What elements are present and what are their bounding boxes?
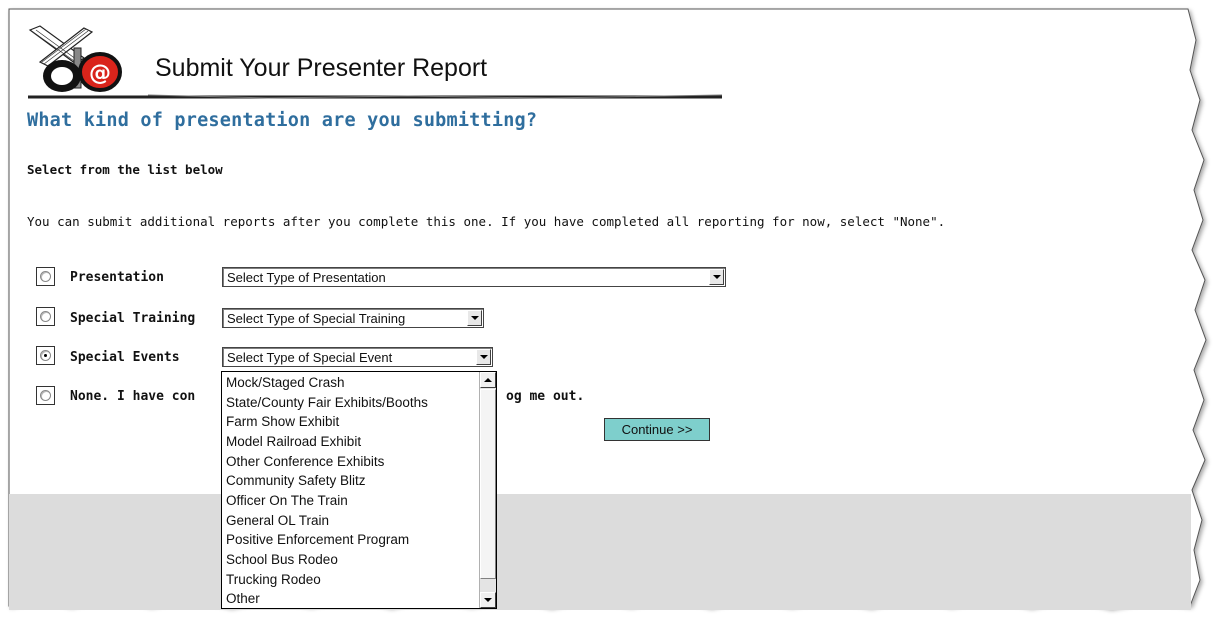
dropdown-option[interactable]: Farm Show Exhibit <box>226 412 339 431</box>
dropdown-option[interactable]: Trucking Rodeo <box>226 570 321 589</box>
page-title: Submit Your Presenter Report <box>155 54 488 82</box>
question-heading: What kind of presentation are you submit… <box>27 110 538 131</box>
dropdown-option[interactable]: Officer On The Train <box>226 491 348 510</box>
dropdown-option[interactable]: State/County Fair Exhibits/Booths <box>226 393 428 412</box>
select-special-training[interactable]: Select Type of Special Training <box>222 308 484 328</box>
label-special-training: Special Training <box>70 311 196 326</box>
dropdown-option[interactable]: Community Safety Blitz <box>226 471 366 490</box>
scroll-up-arrow-icon[interactable] <box>480 372 496 388</box>
dropdown-option[interactable]: General OL Train <box>226 511 329 530</box>
dropdown-option[interactable]: Other <box>226 589 260 608</box>
chevron-down-icon[interactable] <box>709 269 724 285</box>
chevron-down-icon[interactable] <box>467 310 482 326</box>
radio-special-events[interactable] <box>36 346 55 365</box>
dropdown-option[interactable]: Mock/Staged Crash <box>226 373 345 392</box>
dropdown-scrollbar[interactable] <box>479 372 496 608</box>
label-none-start: None. I have con <box>70 389 196 404</box>
label-special-events: Special Events <box>70 350 180 365</box>
select-presentation-value: Select Type of Presentation <box>227 270 386 285</box>
continue-button[interactable]: Continue >> <box>604 418 710 441</box>
header-rule <box>28 94 722 99</box>
svg-text:@: @ <box>89 61 111 86</box>
label-presentation: Presentation <box>70 270 164 285</box>
select-special-events-value: Select Type of Special Event <box>227 350 393 365</box>
radio-circle <box>40 390 51 401</box>
scrollbar-thumb[interactable] <box>480 389 496 579</box>
instruction-text: You can submit additional reports after … <box>27 214 946 229</box>
dropdown-option[interactable]: School Bus Rodeo <box>226 550 338 569</box>
special-events-dropdown-list[interactable]: Mock/Staged Crash State/County Fair Exhi… <box>221 371 497 609</box>
footer-band <box>9 494 1191 610</box>
dropdown-option[interactable]: Positive Enforcement Program <box>226 530 409 549</box>
select-presentation[interactable]: Select Type of Presentation <box>222 267 726 287</box>
radio-circle <box>40 350 51 361</box>
chevron-down-icon[interactable] <box>476 349 491 365</box>
radio-special-training[interactable] <box>36 307 55 326</box>
label-none-end: og me out. <box>506 389 585 404</box>
radio-presentation[interactable] <box>36 267 55 286</box>
dropdown-option[interactable]: Other Conference Exhibits <box>226 452 384 471</box>
radio-circle <box>40 271 51 282</box>
radio-none[interactable] <box>36 386 55 405</box>
select-special-training-value: Select Type of Special Training <box>227 311 406 326</box>
subhead: Select from the list below <box>27 162 223 177</box>
dropdown-option[interactable]: Model Railroad Exhibit <box>226 432 361 451</box>
select-special-events[interactable]: Select Type of Special Event <box>222 347 493 367</box>
scroll-down-arrow-icon[interactable] <box>480 592 496 608</box>
operation-lifesaver-at-logo-icon: @ <box>28 25 122 92</box>
radio-circle <box>40 311 51 322</box>
radio-selected-dot <box>44 354 47 357</box>
